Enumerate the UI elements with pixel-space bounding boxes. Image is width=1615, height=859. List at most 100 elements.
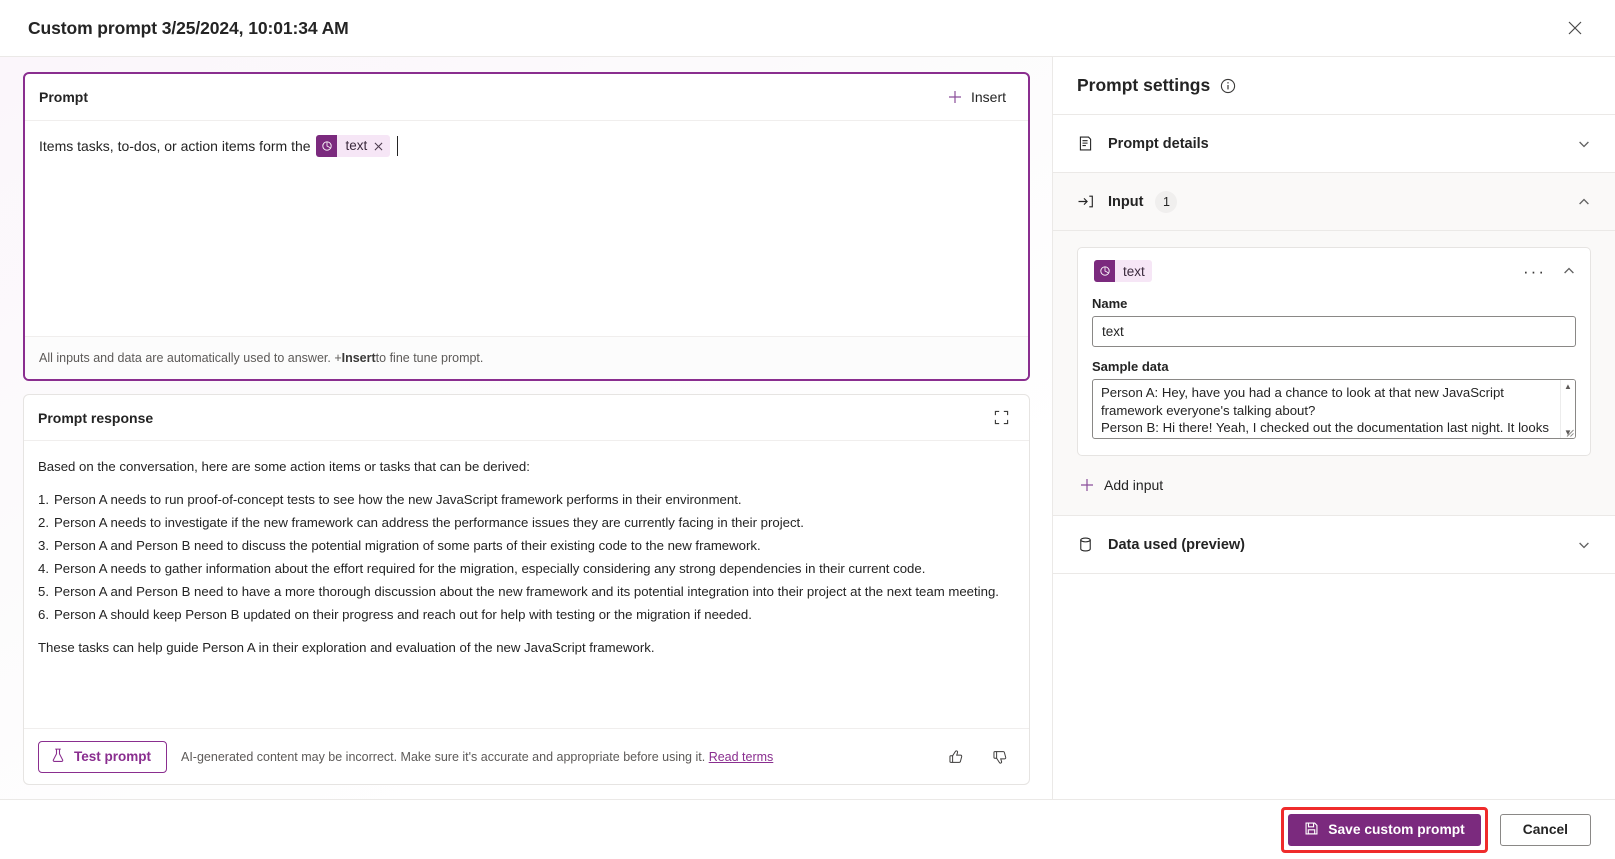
chevron-up-icon[interactable] [1577,195,1591,209]
test-prompt-button[interactable]: Test prompt [38,740,167,773]
add-input-button[interactable]: Add input [1077,473,1169,497]
save-button-highlight: Save custom prompt [1281,806,1488,853]
close-icon[interactable] [1559,12,1591,44]
list-item: 4. Person A needs to gather information a… [38,559,1015,578]
custom-prompt-dialog: Custom prompt 3/25/2024, 10:01:34 AM Pro… [0,0,1615,859]
response-list: 1. Person A needs to run proof-of-concept… [38,490,1015,624]
section-label: Prompt details [1108,135,1209,152]
input-section-body: text ··· Name Sample data [1053,231,1615,516]
list-item-number: 1. [38,492,49,507]
dialog-titlebar: Custom prompt 3/25/2024, 10:01:34 AM [0,0,1615,57]
insert-button-label: Insert [970,89,1006,105]
list-item-text: Person A and Person B need to have a mor… [54,584,999,599]
prompt-token-text[interactable]: text [316,135,391,157]
section-label: Input [1108,193,1144,210]
list-item-text: Person A needs to run proof-of-concept t… [54,492,742,507]
response-outro: These tasks can help guide Person A in t… [38,640,655,655]
input-arrow-icon [1077,193,1101,210]
sample-data-value: Person A: Hey, have you had a chance to … [1101,385,1549,438]
add-input-label: Add input [1104,477,1164,493]
prompt-static-text: Items tasks, to-dos, or action items for… [39,138,315,154]
section-label: Data used (preview) [1108,536,1245,553]
list-item-number: 6. [38,607,49,622]
sample-data-field: Sample data Person A: Hey, have you had … [1092,359,1576,439]
prompt-input[interactable]: Items tasks, to-dos, or action items for… [25,121,1028,336]
page-title: Custom prompt 3/25/2024, 10:01:34 AM [28,17,349,38]
prompt-settings-panel: Prompt settings Prompt details Input 1 t… [1052,57,1615,799]
read-terms-link[interactable]: Read terms [709,750,774,764]
flask-icon [51,748,65,766]
response-card-header: Prompt response [24,395,1029,441]
plus-icon [947,89,963,105]
database-icon [1077,536,1101,553]
variable-icon [1094,260,1115,282]
more-options-icon[interactable]: ··· [1517,263,1552,280]
prompt-line: Items tasks, to-dos, or action items for… [39,135,1014,157]
name-input[interactable] [1092,316,1576,347]
save-custom-prompt-button[interactable]: Save custom prompt [1288,813,1481,846]
sample-data-label: Sample data [1092,359,1169,374]
chevron-up-icon[interactable] [1562,264,1576,278]
thumbs-up-icon[interactable] [941,742,971,772]
prompt-card-header: Prompt Insert [25,74,1028,121]
prompt-response-card: Prompt response Based on the conversatio… [23,394,1030,785]
list-item: 6. Person A should keep Person B updated … [38,605,1015,624]
chevron-down-icon[interactable] [1577,538,1591,552]
response-label: Prompt response [38,409,154,426]
save-icon [1304,821,1319,839]
list-item: 2. Person A needs to investigate if the n… [38,513,1015,532]
plus-icon [1079,477,1095,493]
settings-panel-filler [1053,574,1615,799]
resize-grip-icon[interactable] [1565,428,1574,437]
prompt-hint-bold: Insert [341,351,376,365]
list-item-number: 4. [38,561,49,576]
name-field-label: Name [1092,296,1128,311]
list-item: 3. Person A and Person B need to discuss … [38,536,1015,555]
expand-icon[interactable] [987,404,1015,432]
input-item-card: text ··· Name Sample data [1077,247,1591,456]
list-item-number: 3. [38,538,49,553]
input-card-header: text ··· [1092,260,1576,282]
sample-data-textarea[interactable]: Person A: Hey, have you had a chance to … [1092,379,1576,439]
scroll-up-icon[interactable]: ▲ [1564,380,1572,392]
list-item-text: Person A should keep Person B updated on… [54,607,752,622]
response-intro: Based on the conversation, here are some… [38,459,530,474]
prompt-token-label: text [345,138,368,153]
prompt-label: Prompt [39,89,88,105]
prompt-hint-start: All inputs and data are automatically us… [39,351,342,365]
text-caret [397,136,399,156]
dialog-body: Prompt Insert Items tasks, to-dos, or ac… [0,57,1615,799]
ai-disclaimer: AI-generated content may be incorrect. M… [181,750,927,764]
test-prompt-label: Test prompt [74,749,151,764]
list-item-number: 5. [38,584,49,599]
thumbs-down-icon[interactable] [985,742,1015,772]
prompt-editor-column: Prompt Insert Items tasks, to-dos, or ac… [0,57,1052,799]
disclaimer-text: AI-generated content may be incorrect. M… [181,749,709,764]
document-icon [1077,135,1101,152]
list-item-number: 2. [38,515,49,530]
remove-token-icon[interactable] [374,142,390,151]
section-data-used[interactable]: Data used (preview) [1053,516,1615,574]
settings-panel-header: Prompt settings [1053,57,1615,115]
list-item-text: Person A needs to investigate if the new… [54,515,804,530]
list-item-text: Person A and Person B need to discuss th… [54,538,761,553]
prompt-hint-end: to fine tune prompt. [375,351,484,365]
dialog-footer: Save custom prompt Cancel [0,799,1615,859]
list-item: 1. Person A needs to run proof-of-concept… [38,490,1015,509]
prompt-card-footer: All inputs and data are automatically us… [25,336,1028,379]
response-card-footer: Test prompt AI-generated content may be … [24,728,1029,784]
input-count-badge: 1 [1155,190,1178,213]
input-token-chip[interactable]: text [1094,260,1152,282]
input-token-label: text [1123,263,1145,279]
variable-icon [316,135,338,157]
settings-title: Prompt settings [1077,75,1211,95]
chevron-down-icon[interactable] [1577,137,1591,151]
list-item-text: Person A needs to gather information abo… [54,561,926,576]
prompt-card: Prompt Insert Items tasks, to-dos, or ac… [23,72,1030,381]
insert-button[interactable]: Insert [939,84,1014,110]
section-input[interactable]: Input 1 [1053,173,1615,231]
section-prompt-details[interactable]: Prompt details [1053,115,1615,173]
info-icon[interactable] [1220,78,1236,94]
cancel-button[interactable]: Cancel [1499,813,1591,846]
list-item: 5. Person A and Person B need to have a m… [38,582,1015,601]
